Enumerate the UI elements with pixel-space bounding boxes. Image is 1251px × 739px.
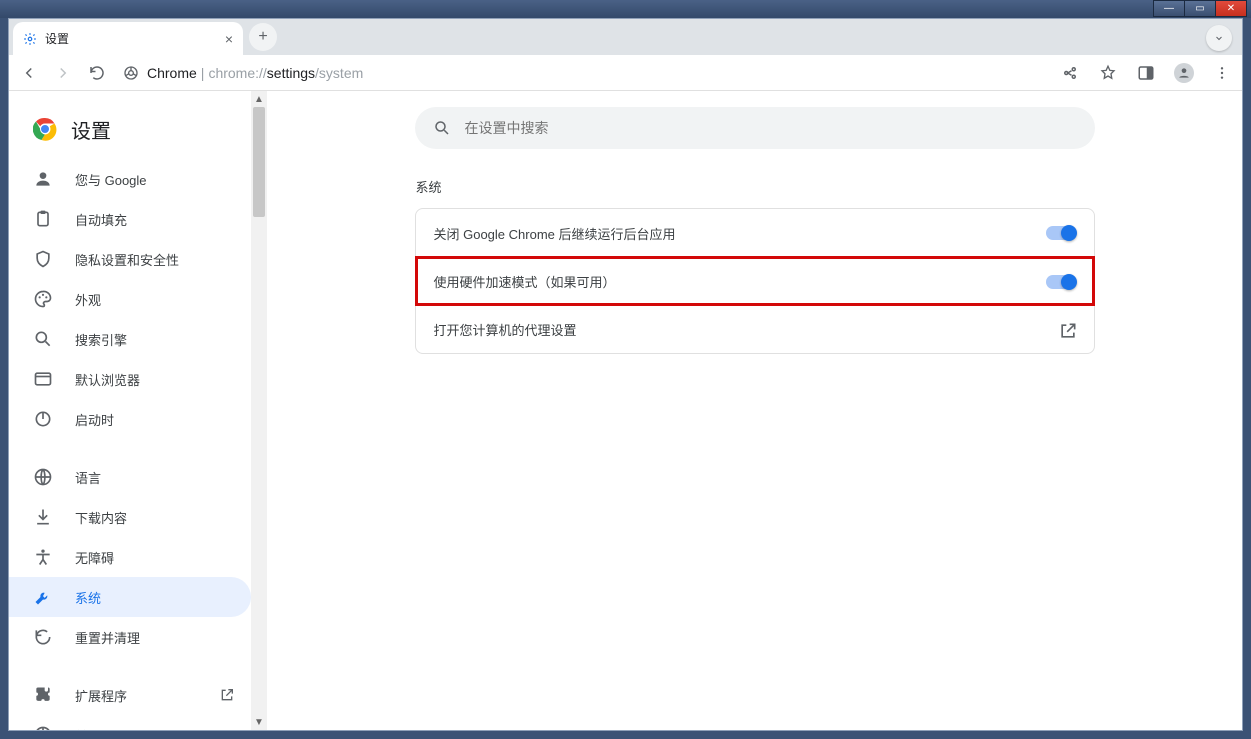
setting-label: 关闭 Google Chrome 后继续运行后台应用 <box>434 224 676 243</box>
back-button[interactable] <box>17 61 41 85</box>
url-sep: | <box>201 65 205 81</box>
url-host: Chrome <box>147 65 197 81</box>
sidebar-item-chrome[interactable]: 关于 Chrome <box>9 715 251 730</box>
chrome-logo-icon <box>33 117 57 141</box>
url-gray-suffix: /system <box>315 65 363 81</box>
globe-icon <box>33 467 53 487</box>
tab-title: 设置 <box>45 30 69 47</box>
sidebar-item-label: 系统 <box>75 588 101 607</box>
wrench-icon <box>33 587 53 607</box>
download-icon <box>33 507 53 527</box>
sidebar-item-clipboard[interactable]: 自动填充 <box>9 199 251 239</box>
window-close-button[interactable]: ✕ <box>1215 0 1247 17</box>
shield-icon <box>33 249 53 269</box>
clipboard-icon <box>33 209 53 229</box>
sidebar-item-label: 重置并清理 <box>75 628 140 647</box>
scroll-down-icon[interactable]: ▼ <box>251 714 267 730</box>
window-icon <box>33 369 53 389</box>
puzzle-icon <box>33 685 53 705</box>
bookmark-button[interactable] <box>1096 61 1120 85</box>
sidebar-item-search[interactable]: 搜索引擎 <box>9 319 251 359</box>
window-minimize-button[interactable]: — <box>1153 0 1185 17</box>
settings-search[interactable] <box>415 107 1095 149</box>
sidebar-item-globe[interactable]: 语言 <box>9 457 251 497</box>
scroll-thumb[interactable] <box>253 107 265 217</box>
sidebar-item-label: 外观 <box>75 290 101 309</box>
sidebar-item-label: 自动填充 <box>75 210 127 229</box>
navbar: Chrome | chrome://settings/system <box>9 55 1242 91</box>
chrome-icon <box>33 725 53 730</box>
sidebar-item-shield[interactable]: 隐私设置和安全性 <box>9 239 251 279</box>
section-title: 系统 <box>416 177 1096 196</box>
sidebar-item-label: 无障碍 <box>75 548 114 567</box>
settings-sidebar: 设置 您与 Google 自动填充隐私设置和安全性外观搜索引擎默认浏览器启动时语言… <box>9 91 251 730</box>
toggle-switch[interactable] <box>1046 275 1076 289</box>
tab-close-icon[interactable]: × <box>225 31 233 47</box>
accessibility-icon <box>33 547 53 567</box>
browser-tab-settings[interactable]: 设置 × <box>13 22 243 55</box>
window-titlebar <box>0 0 1251 18</box>
power-icon <box>33 409 53 429</box>
setting-row: 使用硬件加速模式（如果可用） <box>416 257 1094 305</box>
open-external-icon <box>1058 321 1076 339</box>
sidebar-item-label: 关于 Chrome <box>75 726 151 731</box>
sidebar-scrollbar[interactable]: ▲ ▼ <box>251 91 267 730</box>
tab-strip: 设置 × + <box>9 19 1242 55</box>
sidebar-item-power[interactable]: 启动时 <box>9 399 251 439</box>
person-icon <box>33 169 53 189</box>
search-icon <box>33 329 53 349</box>
window-maximize-button[interactable]: ▭ <box>1184 0 1216 17</box>
palette-icon <box>33 289 53 309</box>
tab-search-button[interactable] <box>1206 25 1232 51</box>
url-gray-prefix: chrome:// <box>208 65 266 81</box>
system-settings-card: 关闭 Google Chrome 后继续运行后台应用使用硬件加速模式（如果可用）… <box>415 208 1095 354</box>
profile-avatar[interactable] <box>1172 61 1196 85</box>
kebab-menu[interactable] <box>1210 61 1234 85</box>
toggle-switch[interactable] <box>1046 226 1076 240</box>
url-dark-mid: settings <box>267 65 315 81</box>
setting-label: 使用硬件加速模式（如果可用） <box>434 272 616 291</box>
sidebar-item-wrench[interactable]: 系统 <box>9 577 251 617</box>
forward-button <box>51 61 75 85</box>
person-icon <box>1177 66 1191 80</box>
chrome-mono-icon <box>123 65 139 81</box>
settings-search-input[interactable] <box>465 120 1077 136</box>
sidebar-item-download[interactable]: 下载内容 <box>9 497 251 537</box>
sidebar-item-label: 扩展程序 <box>75 686 127 705</box>
setting-label: 打开您计算机的代理设置 <box>434 320 577 339</box>
setting-row: 关闭 Google Chrome 后继续运行后台应用 <box>416 209 1094 257</box>
scroll-up-icon[interactable]: ▲ <box>251 91 267 107</box>
sidebar-item-accessibility[interactable]: 无障碍 <box>9 537 251 577</box>
sidebar-item-label: 隐私设置和安全性 <box>75 250 179 269</box>
setting-row[interactable]: 打开您计算机的代理设置 <box>416 305 1094 353</box>
sidebar-item-label: 默认浏览器 <box>75 370 140 389</box>
share-button[interactable] <box>1058 61 1082 85</box>
open-external-icon <box>219 687 235 703</box>
search-icon <box>433 119 451 137</box>
sidebar-item-label: 启动时 <box>75 410 114 429</box>
omnibox[interactable]: Chrome | chrome://settings/system <box>123 65 363 81</box>
sidebar-item-label: 下载内容 <box>75 508 127 527</box>
sidebar-item-label: 语言 <box>75 468 101 487</box>
gear-icon <box>23 32 37 46</box>
side-panel-button[interactable] <box>1134 61 1158 85</box>
sidebar-item-palette[interactable]: 外观 <box>9 279 251 319</box>
sidebar-item-window[interactable]: 默认浏览器 <box>9 359 251 399</box>
sidebar-item-puzzle[interactable]: 扩展程序 <box>9 675 251 715</box>
sidebar-item-restore[interactable]: 重置并清理 <box>9 617 251 657</box>
reload-button[interactable] <box>85 61 109 85</box>
restore-icon <box>33 627 53 647</box>
new-tab-button[interactable]: + <box>249 23 277 51</box>
sidebar-item-label: 您与 Google <box>75 170 147 189</box>
settings-title: 设置 <box>71 115 111 144</box>
sidebar-item-label: 搜索引擎 <box>75 330 127 349</box>
settings-header: 设置 <box>9 99 251 159</box>
sidebar-item-person[interactable]: 您与 Google <box>9 159 251 199</box>
chevron-down-icon <box>1213 32 1225 44</box>
